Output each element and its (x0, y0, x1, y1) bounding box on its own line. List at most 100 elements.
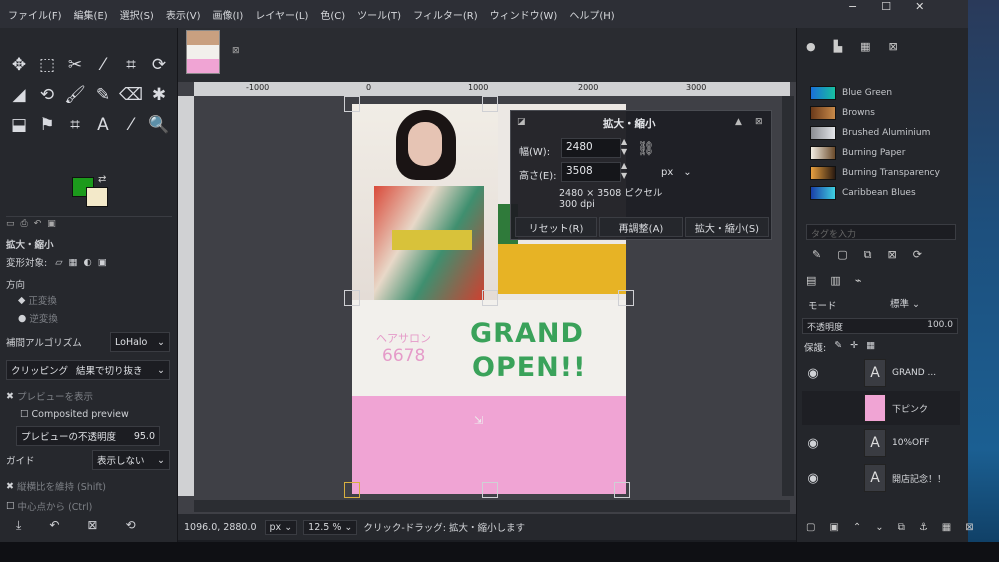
crop-icon[interactable]: ⌗ (118, 52, 144, 78)
menu-tools[interactable]: ツール(T) (357, 7, 401, 22)
text-icon[interactable]: A (90, 112, 116, 138)
horizontal-scrollbar[interactable] (194, 500, 790, 512)
transform-handle[interactable] (482, 290, 498, 306)
zoom-icon[interactable]: 🔍 (146, 112, 172, 138)
eraser-icon[interactable]: ⌫ (118, 82, 144, 108)
lower-layer-icon[interactable]: ⌄ (875, 522, 883, 533)
menu-filters[interactable]: フィルター(R) (413, 7, 478, 22)
wand-icon[interactable]: ⁄ (90, 52, 116, 78)
gradient-item[interactable]: Brushed Aluminium (810, 124, 960, 142)
reset-button[interactable]: リセット(R) (515, 217, 597, 237)
transform-handle[interactable] (344, 482, 360, 498)
images-tab-icon[interactable]: ▣ (47, 219, 56, 232)
chain-link-icon[interactable]: ⛓ (637, 141, 655, 157)
minimize-button[interactable]: − (848, 0, 857, 13)
mode-select[interactable]: 標準 ⌄ (890, 296, 920, 310)
horizontal-ruler[interactable]: -1000 0 1000 2000 3000 (194, 82, 790, 96)
tool-options-tab-icon[interactable]: ▭ (6, 219, 15, 232)
layer-row[interactable]: 下ピンク (802, 391, 960, 425)
lock-alpha-icon[interactable]: ▦ (866, 340, 875, 354)
scissors-icon[interactable]: ✂ (62, 52, 88, 78)
keep-aspect-checkbox[interactable]: ✖ 縦横比を維持 (Shift) (6, 476, 172, 496)
menu-window[interactable]: ウィンドウ(W) (490, 7, 558, 22)
interpolation-select[interactable]: LoHalo ⌄ (110, 332, 170, 352)
channels-tab-icon[interactable]: ▥ (830, 274, 840, 287)
save-options-icon[interactable]: ⤓ (16, 518, 21, 533)
edit-gradient-icon[interactable]: ✎ (812, 248, 821, 262)
opacity-slider[interactable]: 不透明度 100.0 (802, 318, 958, 334)
vertical-scrollbar[interactable] (782, 96, 794, 496)
maximize-button[interactable]: ☐ (881, 0, 891, 13)
color-picker-icon[interactable]: ⁄ (118, 112, 144, 138)
layer-row[interactable]: ◉ A GRAND ... (802, 356, 960, 390)
anchor-layer-icon[interactable]: ⚓ (919, 522, 928, 533)
transform-handle[interactable] (482, 482, 498, 498)
dialog-close-icon[interactable]: ⊠ (755, 117, 763, 127)
clipping-select[interactable]: クリッピング 結果で切り抜き ⌄ (6, 360, 170, 380)
unit-select[interactable]: px ⌄ (661, 163, 701, 181)
delete-gradient-icon[interactable]: ⊠ (887, 248, 896, 262)
tag-input[interactable]: タグを入力 (806, 224, 956, 240)
refresh-gradients-icon[interactable]: ⟳ (913, 248, 922, 262)
lock-position-icon[interactable]: ✛ (850, 340, 858, 354)
scale-button[interactable]: 拡大・縮小(S) (685, 217, 769, 237)
pattern-tab-icon[interactable]: ▙ (834, 40, 842, 53)
gradient-item[interactable]: Burning Transparency (810, 164, 960, 182)
new-group-icon[interactable]: ▣ (829, 522, 838, 533)
menu-image[interactable]: 画像(I) (213, 7, 244, 22)
gradient-item[interactable]: Blue Green (810, 84, 960, 102)
smudge-icon[interactable]: ⚑ (34, 112, 60, 138)
direction-normal-radio[interactable]: ◆ 正変換 (6, 290, 172, 310)
new-layer-icon[interactable]: ▢ (806, 522, 815, 533)
transform-handle[interactable] (344, 96, 360, 112)
preview-opacity-slider[interactable]: プレビューの不透明度 95.0 (16, 426, 160, 446)
duplicate-gradient-icon[interactable]: ⧉ (864, 248, 872, 262)
transform-handle[interactable] (482, 96, 498, 112)
lock-pixels-icon[interactable]: ✎ (834, 340, 842, 354)
clone-icon[interactable]: ✱ (146, 82, 172, 108)
menu-file[interactable]: ファイル(F) (8, 7, 62, 22)
transform-handle[interactable] (614, 482, 630, 498)
undo-history-tab-icon[interactable]: ↶ (34, 219, 42, 232)
paths-tab-icon[interactable]: ⌁ (855, 274, 862, 287)
warp-icon[interactable]: ◢ (6, 82, 32, 108)
gradient-tab-icon[interactable]: ▦ (860, 40, 870, 53)
height-spinner-icon[interactable]: ▲ ▼ (621, 161, 627, 181)
layers-tab-icon[interactable]: ▤ (806, 274, 816, 287)
menu-edit[interactable]: 編集(E) (74, 7, 108, 22)
direction-reverse-radio[interactable]: ● 逆変換 (6, 308, 172, 328)
device-status-tab-icon[interactable]: ⎙ (21, 219, 28, 232)
swap-colors-icon[interactable]: ⇄ (98, 174, 106, 185)
menu-select[interactable]: 選択(S) (120, 7, 154, 22)
readjust-button[interactable]: 再調整(A) (599, 217, 683, 237)
close-tab-icon[interactable]: ⊠ (232, 46, 240, 56)
eye-icon[interactable]: ◉ (802, 471, 824, 486)
transform-handle[interactable] (344, 290, 360, 306)
restore-options-icon[interactable]: ↶ (49, 518, 59, 533)
image-tab-thumbnail[interactable] (186, 30, 220, 74)
paintbrush-icon[interactable]: 🖌 (62, 82, 88, 108)
show-preview-checkbox[interactable]: ✖ プレビューを表示 (6, 386, 172, 406)
eye-icon[interactable]: ◉ (802, 436, 824, 451)
background-color[interactable] (86, 187, 108, 207)
new-gradient-icon[interactable]: ▢ (837, 248, 847, 262)
unified-transform-icon[interactable]: ⟲ (34, 82, 60, 108)
font-tab-icon[interactable]: ⊠ (888, 40, 897, 53)
rotate-icon[interactable]: ⟳ (146, 52, 172, 78)
transform-handle[interactable] (618, 290, 634, 306)
guide-select[interactable]: 表示しない ⌄ (92, 450, 170, 470)
duplicate-layer-icon[interactable]: ⧉ (898, 522, 905, 533)
vertical-ruler[interactable] (178, 96, 194, 496)
composited-preview-checkbox[interactable]: ☐ Composited preview (6, 404, 172, 424)
move-icon[interactable]: ✥ (6, 52, 32, 78)
pencil-icon[interactable]: ✎ (90, 82, 116, 108)
eye-icon[interactable]: ◉ (802, 366, 824, 381)
dialog-hide-icon[interactable]: ▲ (735, 117, 742, 127)
delete-layer-icon[interactable]: ⊠ (965, 522, 973, 533)
close-button[interactable]: ✕ (915, 0, 924, 13)
height-input[interactable]: 3508 (561, 162, 621, 182)
gradient-item[interactable]: Burning Paper (810, 144, 960, 162)
path-icon[interactable]: ⌗ (62, 112, 88, 138)
brush-tab-icon[interactable]: ● (806, 40, 816, 53)
mask-layer-icon[interactable]: ▦ (942, 522, 951, 533)
